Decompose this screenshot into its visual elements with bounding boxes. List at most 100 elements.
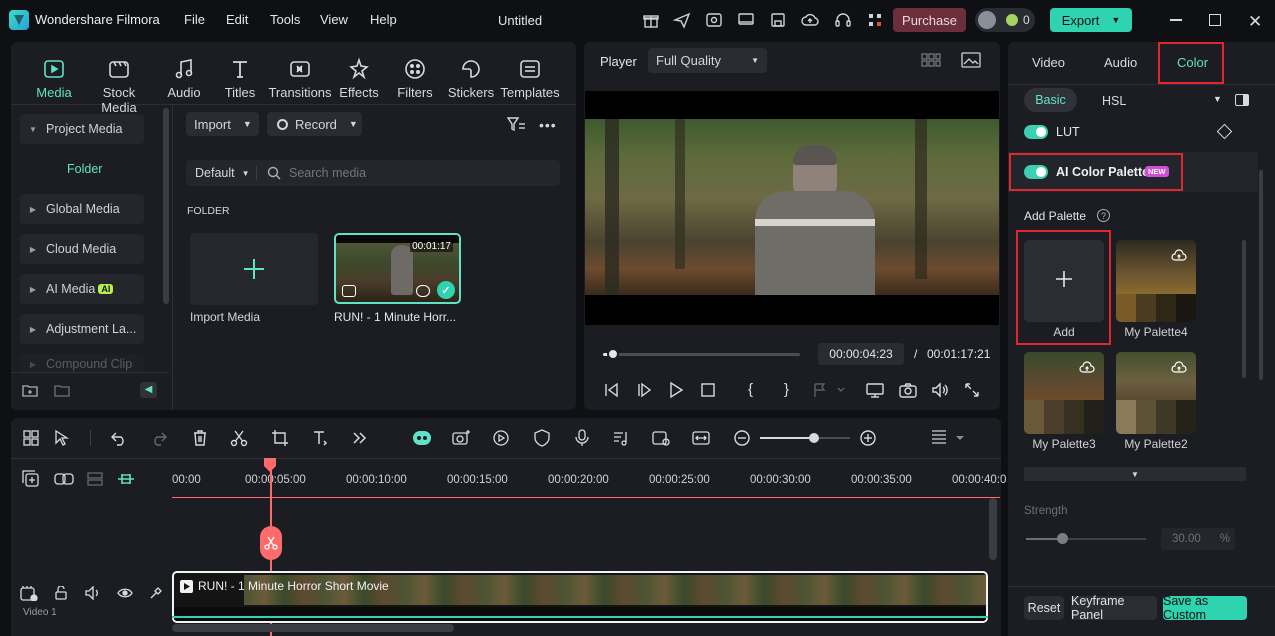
timeline-vertical-scrollbar[interactable] [989, 498, 997, 560]
tab-stock-media[interactable]: Stock Media [84, 57, 154, 115]
media-clip-name[interactable]: RUN! - 1 Minute Horr... [334, 310, 456, 324]
media-clip-thumbnail[interactable]: 00:01:17 ✓ [334, 233, 461, 304]
snapshot-image-icon[interactable] [961, 51, 981, 69]
sidebar-item-adjustment-layer[interactable]: ▶ Adjustment La... [20, 314, 144, 344]
visibility-eye-icon[interactable] [117, 586, 133, 600]
playback-progress-track[interactable] [603, 353, 800, 356]
maximize-icon[interactable] [1209, 14, 1221, 26]
select-tool-icon[interactable] [53, 429, 71, 447]
crop-icon[interactable] [271, 429, 289, 447]
fit-timeline-icon[interactable] [692, 429, 710, 447]
chevron-down-icon[interactable]: ▼ [1213, 94, 1222, 104]
reset-button[interactable]: Reset [1024, 596, 1064, 620]
close-icon[interactable]: ✕ [1248, 12, 1262, 32]
mark-out-icon[interactable]: } [784, 381, 802, 399]
palette-scrollbar[interactable] [1242, 240, 1246, 378]
video-preview[interactable] [585, 91, 999, 325]
text-tool-icon[interactable] [311, 429, 329, 447]
strength-value-field[interactable]: 30.00% [1161, 528, 1235, 550]
previous-frame-icon[interactable] [602, 381, 620, 399]
keyframe-panel-button[interactable]: Keyframe Panel [1071, 594, 1157, 622]
strength-slider[interactable] [1026, 538, 1146, 540]
sidebar-item-compound-clip[interactable]: ▶ Compound Clip [20, 354, 144, 374]
stop-icon[interactable] [699, 381, 717, 399]
layout-icon[interactable] [22, 429, 40, 447]
sidebar-item-cloud-media[interactable]: ▶ Cloud Media [20, 234, 144, 264]
sidebar-item-global-media[interactable]: ▶ Global Media [20, 194, 144, 224]
redo-icon[interactable] [150, 429, 168, 447]
filter-icon[interactable] [506, 115, 526, 133]
speed-icon[interactable] [492, 429, 510, 447]
mute-track-icon[interactable] [85, 586, 101, 600]
volume-icon[interactable] [931, 381, 949, 399]
strength-slider-knob[interactable] [1057, 533, 1068, 544]
timeline-horizontal-scrollbar[interactable] [172, 624, 454, 632]
current-time[interactable]: 00:00:04:23 [818, 343, 904, 365]
import-button[interactable]: Import ▼ [186, 112, 259, 136]
collapse-sidebar-icon[interactable]: ◀ [140, 382, 157, 398]
fullscreen-icon[interactable] [963, 381, 981, 399]
quality-dropdown[interactable]: Full Quality ▼ [648, 48, 767, 73]
zoom-out-icon[interactable] [733, 429, 751, 447]
display-settings-icon[interactable] [866, 381, 884, 399]
send-icon[interactable] [673, 11, 691, 29]
minimize-icon[interactable] [1170, 19, 1182, 21]
search-input[interactable] [289, 166, 529, 180]
grid-view-icon[interactable] [921, 52, 941, 68]
tab-video[interactable]: Video [1032, 55, 1065, 70]
import-media-tile[interactable] [190, 233, 318, 305]
track-settings-icon[interactable] [149, 586, 163, 600]
magnet-snap-icon[interactable] [117, 470, 135, 488]
subtab-hsl[interactable]: HSL [1102, 94, 1126, 108]
new-folder-icon[interactable] [22, 382, 38, 398]
sidebar-item-project-media[interactable]: ▼ Project Media [20, 114, 144, 144]
panel-scrollbar[interactable] [1259, 170, 1263, 380]
sort-dropdown[interactable]: Default ▼ [186, 160, 256, 186]
record-button[interactable]: Record ▼ [267, 112, 362, 136]
camera-icon[interactable] [899, 381, 917, 399]
palette-card[interactable] [1116, 352, 1196, 434]
expand-palettes-button[interactable]: ▼ [1024, 467, 1246, 481]
menu-tools[interactable]: Tools [270, 12, 300, 27]
tab-templates[interactable]: Templates [495, 57, 565, 100]
lock-track-icon[interactable] [54, 586, 68, 600]
split-scissors-button[interactable] [260, 526, 282, 560]
playhead-knob[interactable] [606, 348, 619, 360]
apps-grid-icon[interactable] [866, 11, 884, 29]
tab-media[interactable]: Media [19, 57, 89, 100]
undo-icon[interactable] [110, 429, 128, 447]
menu-file[interactable]: File [184, 12, 205, 27]
play-icon[interactable] [667, 381, 685, 399]
render-icon[interactable] [705, 11, 723, 29]
delete-icon[interactable] [191, 429, 209, 447]
export-button[interactable]: Export ▼ [1050, 8, 1132, 32]
account-credits[interactable]: 0 [975, 8, 1035, 32]
zoom-in-icon[interactable] [859, 429, 877, 447]
view-options-icon[interactable] [930, 429, 968, 447]
zoom-slider[interactable] [760, 437, 850, 439]
split-icon[interactable] [230, 429, 248, 447]
ai-robot-icon[interactable] [412, 429, 431, 447]
menu-help[interactable]: Help [370, 12, 397, 27]
save-as-custom-button[interactable]: Save as Custom [1163, 594, 1247, 622]
sidebar-item-ai-media[interactable]: ▶ AI Media AI [20, 274, 144, 304]
subtab-basic[interactable]: Basic [1024, 88, 1077, 112]
compare-view-icon[interactable] [1235, 94, 1249, 106]
microphone-icon[interactable] [573, 429, 591, 447]
clip-settings-icon[interactable] [652, 429, 670, 447]
sidebar-item-folder[interactable]: Folder [67, 162, 102, 176]
cloud-upload-icon[interactable] [801, 11, 819, 29]
purchase-button[interactable]: Purchase [893, 8, 966, 32]
menu-edit[interactable]: Edit [226, 12, 248, 27]
more-options-icon[interactable]: ••• [539, 117, 557, 133]
menu-view[interactable]: View [320, 12, 348, 27]
palette-card[interactable] [1116, 240, 1196, 322]
tab-audio-properties[interactable]: Audio [1104, 55, 1137, 70]
next-frame-icon[interactable] [635, 381, 653, 399]
zoom-slider-knob[interactable] [809, 433, 819, 443]
monitor-icon[interactable] [737, 11, 755, 29]
marker-icon[interactable] [812, 381, 848, 399]
add-track-icon[interactable] [22, 470, 40, 488]
headset-icon[interactable] [834, 11, 852, 29]
help-icon[interactable]: ? [1097, 209, 1110, 222]
